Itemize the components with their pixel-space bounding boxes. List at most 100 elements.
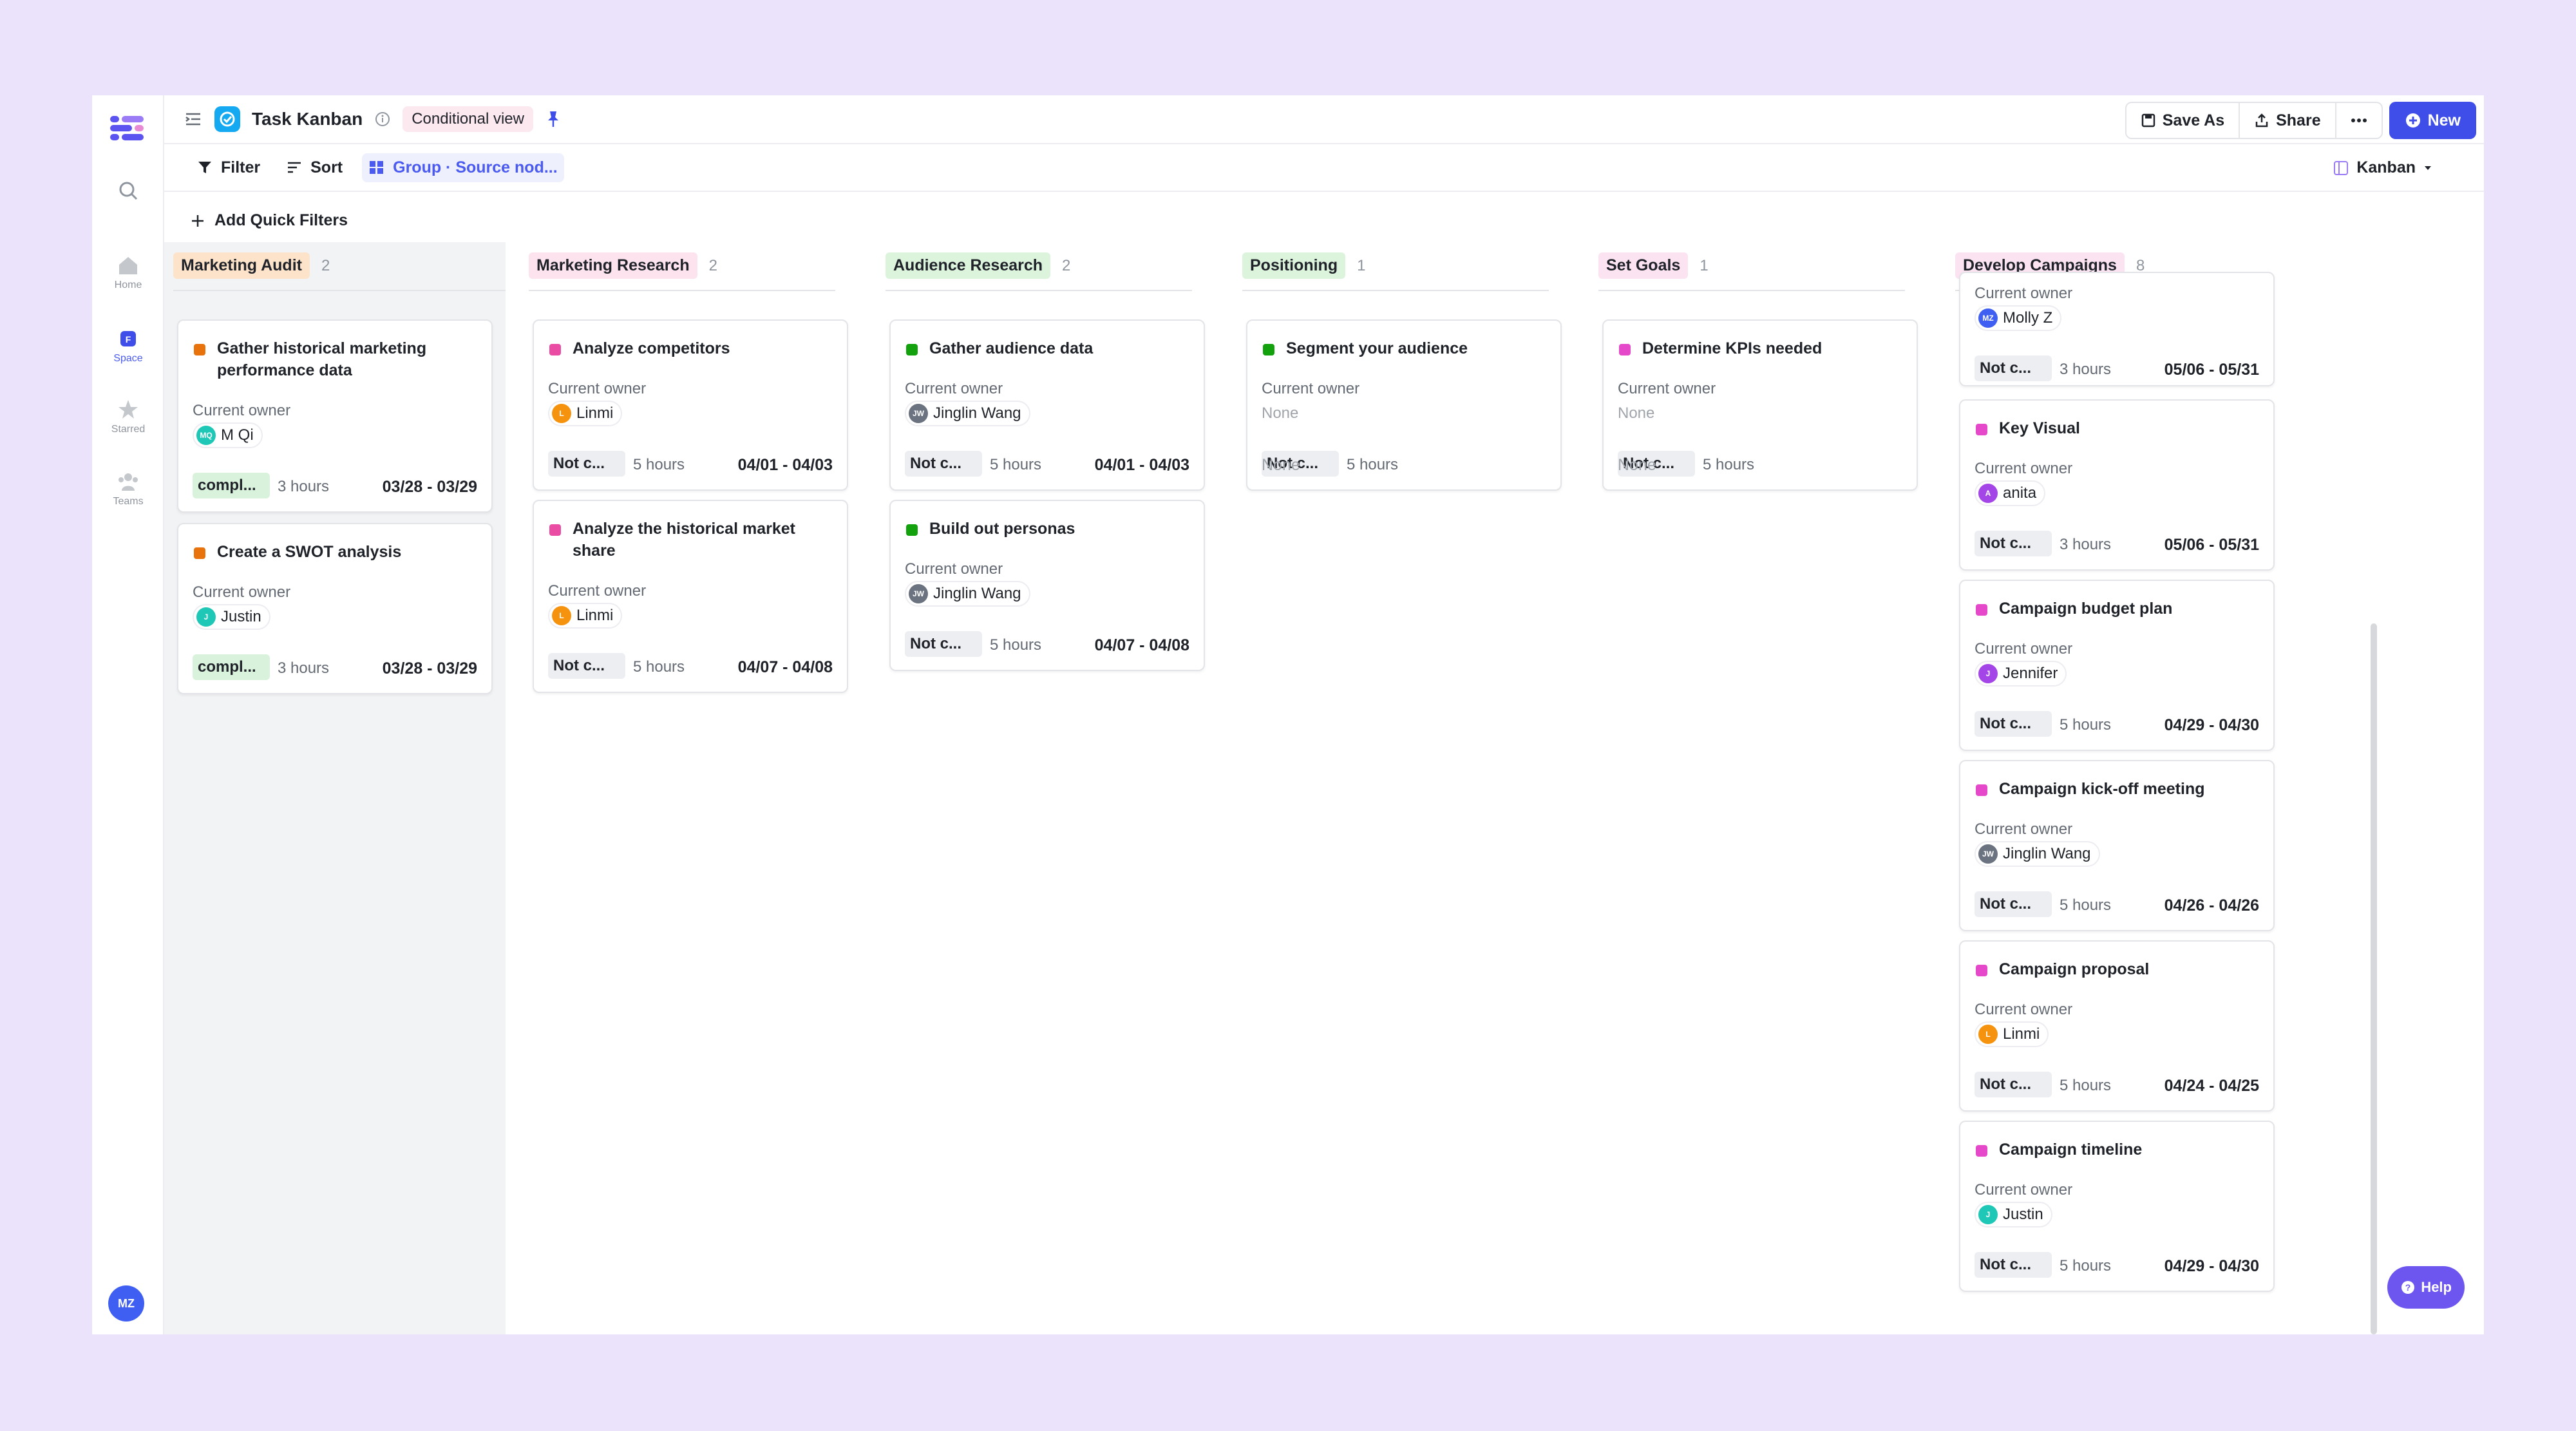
view-switcher[interactable]: Kanban <box>2333 158 2432 177</box>
owner-chip[interactable]: J Justin <box>193 604 270 630</box>
owner-chip[interactable]: L Linmi <box>548 401 623 426</box>
owner-chip[interactable]: JW Jinglin Wang <box>1975 841 2100 867</box>
status-badge[interactable]: compl... <box>193 473 270 498</box>
filter-button[interactable]: Filter <box>190 153 267 182</box>
sidebar-toggle-icon[interactable] <box>184 109 203 129</box>
group-button[interactable]: Group · Source nod... <box>362 153 564 182</box>
task-card[interactable]: Campaign kick-off meeting Current owner JW… <box>1959 760 2275 931</box>
task-title: Build out personas <box>929 520 1075 538</box>
column-header[interactable]: Positioning 1 <box>1242 252 1365 279</box>
owner-chip[interactable]: MQ M Qi <box>193 422 263 448</box>
owner-name: Jinglin Wang <box>933 404 1021 422</box>
task-card[interactable]: Key Visual Current owner Aanita Not c... 3 h… <box>1959 399 2275 571</box>
task-card[interactable]: Analyze competitors Current owner L Linmi No… <box>533 319 848 491</box>
owner-name: Jinglin Wang <box>2003 845 2091 862</box>
owner-chip[interactable]: J Justin <box>1975 1202 2052 1227</box>
info-icon[interactable] <box>374 111 391 128</box>
rail-item-teams[interactable]: Teams <box>92 470 164 507</box>
kanban-column: Marketing Audit 2 Gather historical market… <box>164 242 506 1334</box>
owner-label: Current owner <box>1975 460 2073 477</box>
new-button[interactable]: New <box>2389 102 2476 139</box>
column-header[interactable]: Marketing Research 2 <box>529 252 717 279</box>
date-range: 03/28 - 03/29 <box>382 478 477 496</box>
action-button-group: Save As Share <box>2125 102 2383 139</box>
status-badge[interactable]: Not c... <box>1975 1072 2052 1097</box>
owner-avatar: J <box>1978 664 1998 683</box>
task-card[interactable]: Analyze the historical market share Curre… <box>533 500 848 693</box>
task-card[interactable]: Segment your audience Current owner None No… <box>1246 319 1562 491</box>
status-badge[interactable]: Not c... <box>905 631 982 657</box>
column-divider <box>173 290 506 291</box>
save-as-button[interactable]: Save As <box>2126 103 2240 138</box>
date-range: 05/06 - 05/31 <box>2164 361 2259 379</box>
more-options-button[interactable] <box>2336 103 2382 138</box>
rail-item-starred[interactable]: Starred <box>92 398 164 435</box>
add-quick-filters-button[interactable]: Add Quick Filters <box>190 211 348 230</box>
column-name: Audience Research <box>886 252 1051 279</box>
owner-chip[interactable]: MZ Molly Z <box>1975 305 2062 331</box>
status-badge[interactable]: Not c... <box>1975 355 2052 381</box>
status-badge[interactable]: Not c... <box>1975 891 2052 917</box>
task-card[interactable]: Campaign budget plan Current owner J Jennif… <box>1959 580 2275 751</box>
column-header[interactable]: Set Goals 1 <box>1598 252 1709 279</box>
task-card[interactable]: Determine KPIs needed Current owner None No… <box>1602 319 1918 491</box>
owner-chip[interactable]: L Linmi <box>1975 1021 2049 1047</box>
owner-avatar: JW <box>909 584 928 603</box>
owner-chip[interactable]: J Jennifer <box>1975 661 2067 687</box>
rail-search[interactable] <box>92 179 164 205</box>
estimate-hours: 5 hours <box>2060 1077 2112 1094</box>
column-divider <box>529 290 835 291</box>
owner-label: Current owner <box>1975 285 2073 302</box>
task-color-dot <box>194 344 205 355</box>
status-badge[interactable]: Not c... <box>1975 711 2052 737</box>
help-button[interactable]: ? Help <box>2387 1266 2465 1309</box>
owner-label: Current owner <box>548 582 647 600</box>
task-card[interactable]: Campaign proposal Current owner L Linmi Not … <box>1959 940 2275 1112</box>
task-card[interactable]: Gather historical marketing performance … <box>177 319 493 513</box>
rail-item-space[interactable]: F Space <box>92 327 164 365</box>
owner-chip[interactable]: JW Jinglin Wang <box>905 581 1030 607</box>
conditional-view-badge[interactable]: Conditional view <box>402 106 533 132</box>
task-card[interactable]: Current owner MZ Molly Z Not c... 3 hours 05/… <box>1959 272 2275 386</box>
status-badge[interactable]: Not c... <box>905 451 982 477</box>
owner-chip[interactable]: L Linmi <box>548 603 623 629</box>
sort-button[interactable]: Sort <box>279 153 349 182</box>
status-badge[interactable]: Not c... <box>548 451 625 477</box>
owner-label: Current owner <box>1975 820 2073 838</box>
column-header[interactable]: Marketing Audit 2 <box>173 252 330 279</box>
estimate-hours: 5 hours <box>2060 716 2112 734</box>
status-badge[interactable]: Not c... <box>548 653 625 679</box>
plus-icon <box>192 214 204 227</box>
owner-label: Current owner <box>1262 380 1360 397</box>
task-card[interactable]: Build out personas Current owner JW Jinglin… <box>889 500 1205 671</box>
status-badge[interactable]: compl... <box>193 654 270 680</box>
app-logo-icon[interactable] <box>108 112 146 143</box>
column-count: 2 <box>708 256 717 274</box>
owner-name: anita <box>2003 484 2037 502</box>
share-button[interactable]: Share <box>2240 103 2336 138</box>
pin-icon[interactable] <box>545 109 562 129</box>
status-badge[interactable]: Not c... <box>1975 531 2052 556</box>
column-name: Marketing Audit <box>173 252 310 279</box>
task-card[interactable]: Create a SWOT analysis Current owner J Just… <box>177 523 493 694</box>
column-scrollbar[interactable] <box>2371 623 2377 1334</box>
task-color-dot <box>549 344 561 355</box>
task-card[interactable]: Gather audience data Current owner JW Jingl… <box>889 319 1205 491</box>
task-card[interactable]: Campaign timeline Current owner J Justin Not… <box>1959 1121 2275 1292</box>
owner-name: Justin <box>2003 1206 2043 1223</box>
rail-item-home[interactable]: Home <box>92 254 164 291</box>
kanban-column: Audience Research 2 Gather audience data Cu… <box>876 242 1205 1334</box>
task-title: Analyze the historical market share <box>573 520 795 560</box>
task-title: Create a SWOT analysis <box>217 543 402 561</box>
help-icon: ? <box>2401 1281 2415 1294</box>
owner-label: Current owner <box>905 560 1003 578</box>
user-avatar[interactable]: MZ <box>108 1285 144 1322</box>
owner-chip[interactable]: Aanita <box>1975 480 2046 506</box>
date-range: 04/01 - 04/03 <box>1094 456 1189 474</box>
column-header[interactable]: Audience Research 2 <box>886 252 1070 279</box>
owner-avatar: L <box>552 606 571 625</box>
task-title: Campaign kick-off meeting <box>1999 780 2205 798</box>
owner-chip[interactable]: JW Jinglin Wang <box>905 401 1030 426</box>
status-badge[interactable]: Not c... <box>1975 1252 2052 1278</box>
task-color-dot <box>194 547 205 559</box>
